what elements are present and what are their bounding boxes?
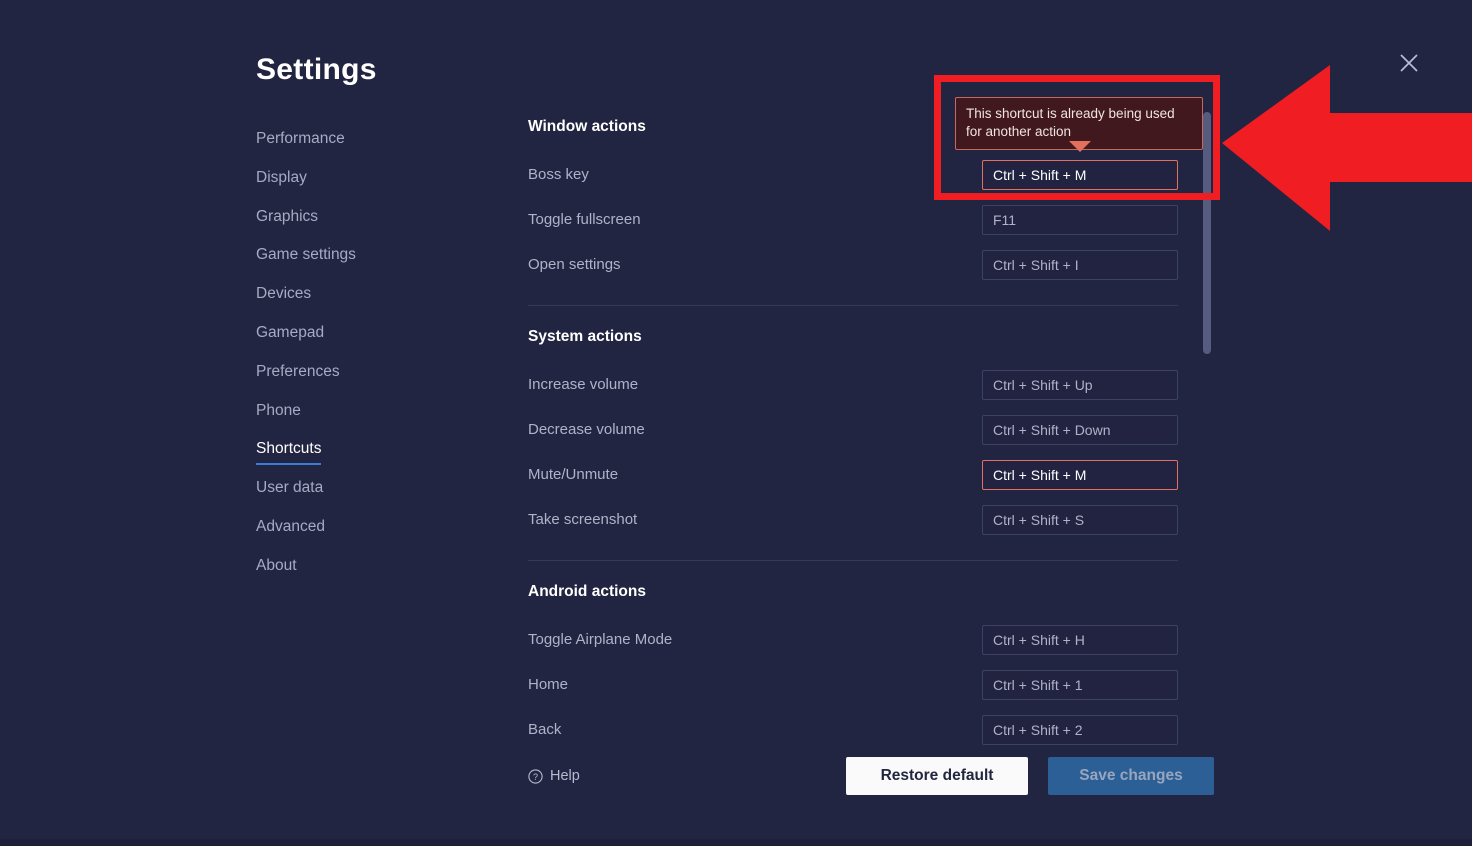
section-divider [528, 305, 1178, 306]
shortcut-input[interactable]: Ctrl + Shift + S [982, 505, 1178, 535]
shortcut-label: Increase volume [528, 376, 638, 393]
shortcut-label: Toggle fullscreen [528, 211, 641, 228]
sidebar-item-performance[interactable]: Performance [256, 128, 466, 167]
shortcut-label: Take screenshot [528, 511, 637, 528]
sidebar-item-label: User data [256, 477, 323, 502]
shortcut-input[interactable]: F11 [982, 205, 1178, 235]
shortcut-label: Toggle Airplane Mode [528, 631, 672, 648]
section-system-actions: System actions Increase volume Ctrl + Shif… [528, 328, 1178, 542]
sidebar-item-label: Display [256, 167, 307, 192]
shortcut-row: Decrease volume Ctrl + Shift + Down [528, 407, 1178, 452]
close-icon [1398, 52, 1420, 74]
shortcut-row: Home Ctrl + Shift + 1 [528, 662, 1178, 707]
shortcut-input[interactable]: Ctrl + Shift + M [982, 460, 1178, 490]
sidebar-item-label: Advanced [256, 516, 325, 541]
shortcut-label: Decrease volume [528, 421, 645, 438]
shortcut-input[interactable]: Ctrl + Shift + I [982, 250, 1178, 280]
sidebar-item-label: Gamepad [256, 322, 324, 347]
shortcut-label: Home [528, 676, 568, 693]
dialog-footer: ? Help Restore default Save changes [528, 757, 1214, 795]
shortcut-row: Toggle Airplane Mode Ctrl + Shift + H [528, 617, 1178, 662]
section-title: System actions [528, 328, 1178, 346]
help-link[interactable]: ? Help [528, 768, 580, 784]
shortcut-label: Boss key [528, 166, 589, 183]
shortcut-row: Toggle fullscreen F11 [528, 197, 1178, 242]
sidebar-item-devices[interactable]: Devices [256, 283, 466, 322]
sidebar-item-label: Game settings [256, 244, 356, 269]
shortcut-label: Open settings [528, 256, 621, 273]
shortcut-label: Mute/Unmute [528, 466, 618, 483]
section-title: Android actions [528, 583, 1178, 601]
sidebar-item-label: Graphics [256, 206, 318, 231]
sidebar-item-about[interactable]: About [256, 555, 466, 594]
shortcut-input[interactable]: Ctrl + Shift + Up [982, 370, 1178, 400]
restore-default-button[interactable]: Restore default [846, 757, 1028, 795]
annotation-arrow-icon [1222, 45, 1472, 235]
sidebar-item-gamepad[interactable]: Gamepad [256, 322, 466, 361]
sidebar-item-display[interactable]: Display [256, 167, 466, 206]
section-android-actions: Android actions Toggle Airplane Mode Ctrl … [528, 583, 1178, 752]
sidebar-item-user-data[interactable]: User data [256, 477, 466, 516]
shortcut-row: Boss key Ctrl + Shift + M [528, 152, 1178, 197]
shortcut-input[interactable]: Ctrl + Shift + H [982, 625, 1178, 655]
sidebar-item-label: Devices [256, 283, 311, 308]
sidebar-item-label: Performance [256, 128, 345, 153]
shortcut-row: Back Ctrl + Shift + 2 [528, 707, 1178, 752]
shortcut-input[interactable]: Ctrl + Shift + Down [982, 415, 1178, 445]
sidebar-item-shortcuts[interactable]: Shortcuts [256, 438, 466, 477]
shortcut-input[interactable]: Ctrl + Shift + 2 [982, 715, 1178, 745]
shortcut-label: Back [528, 721, 561, 738]
shortcut-input[interactable]: Ctrl + Shift + 1 [982, 670, 1178, 700]
save-changes-button[interactable]: Save changes [1048, 757, 1214, 795]
sidebar-item-preferences[interactable]: Preferences [256, 361, 466, 400]
shortcut-row: Take screenshot Ctrl + Shift + S [528, 497, 1178, 542]
help-circle-icon: ? [528, 769, 543, 784]
page-title: Settings [256, 53, 377, 87]
sidebar-item-label: Shortcuts [256, 438, 321, 465]
shortcut-row: Mute/Unmute Ctrl + Shift + M [528, 452, 1178, 497]
settings-sidebar: Performance Display Graphics Game settings D… [256, 128, 466, 594]
window-bottom-edge [0, 839, 1472, 846]
shortcut-row: Increase volume Ctrl + Shift + Up [528, 362, 1178, 407]
shortcut-rows: Toggle Airplane Mode Ctrl + Shift + H Home… [528, 617, 1178, 752]
sidebar-item-label: About [256, 555, 297, 580]
sidebar-item-advanced[interactable]: Advanced [256, 516, 466, 555]
sidebar-item-label: Phone [256, 400, 301, 425]
shortcut-input[interactable]: Ctrl + Shift + M [982, 160, 1178, 190]
sidebar-item-graphics[interactable]: Graphics [256, 206, 466, 245]
shortcut-rows: Increase volume Ctrl + Shift + Up Decrease… [528, 362, 1178, 542]
tooltip-arrow-icon [1069, 141, 1091, 152]
sidebar-item-label: Preferences [256, 361, 340, 386]
tooltip-message: This shortcut is already being used for … [966, 106, 1175, 139]
sidebar-item-phone[interactable]: Phone [256, 400, 466, 439]
close-button[interactable] [1392, 46, 1426, 80]
shortcut-row: Open settings Ctrl + Shift + I [528, 242, 1178, 287]
help-label: Help [550, 768, 580, 784]
footer-buttons: Restore default Save changes [846, 757, 1214, 795]
section-divider [528, 560, 1178, 561]
sidebar-item-game-settings[interactable]: Game settings [256, 244, 466, 283]
svg-text:?: ? [533, 772, 538, 782]
shortcut-rows: Boss key Ctrl + Shift + M Toggle fullscree… [528, 152, 1178, 287]
shortcuts-panel: Window actionsBoss keyCtrl + Shift + MTo… [528, 118, 1178, 752]
vertical-scrollbar[interactable] [1203, 112, 1211, 354]
